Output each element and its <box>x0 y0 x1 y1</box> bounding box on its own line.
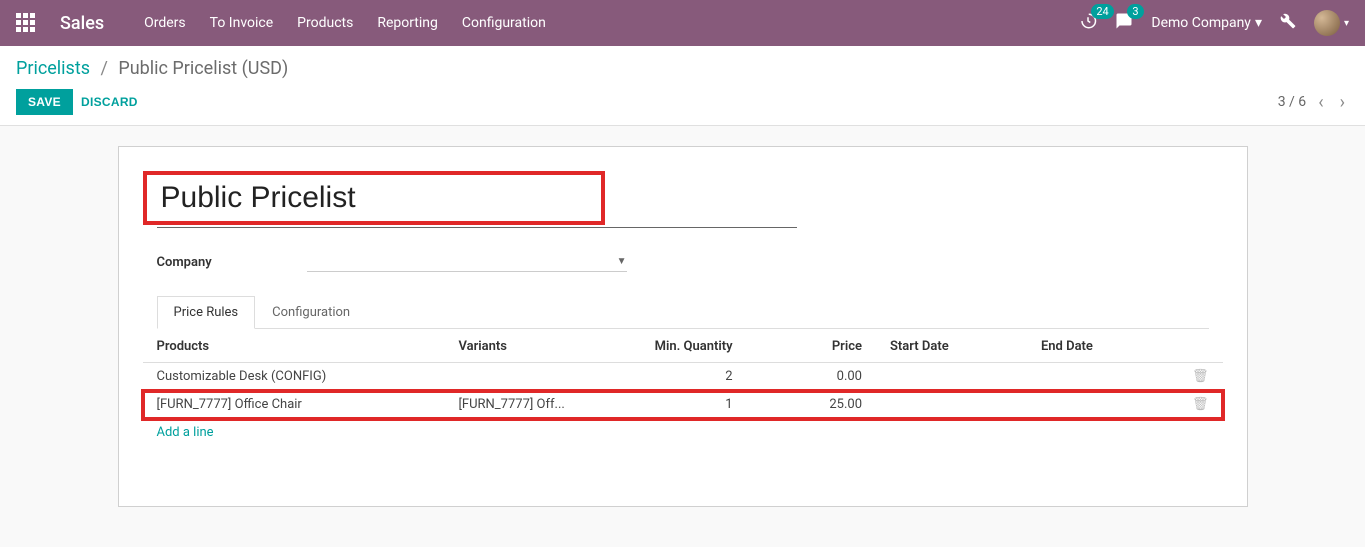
cell-start[interactable] <box>876 363 1027 391</box>
breadcrumb-separator: / <box>101 58 108 79</box>
menu-to-invoice[interactable]: To Invoice <box>210 15 274 31</box>
col-start-date: Start Date <box>876 329 1027 363</box>
cell-variant[interactable]: [FURN_7777] Off... <box>444 391 617 419</box>
price-rules-table: Products Variants Min. Quantity Price St… <box>143 329 1223 446</box>
messages-badge: 3 <box>1127 4 1143 19</box>
menu-products[interactable]: Products <box>297 15 353 31</box>
discard-button[interactable]: DISCARD <box>81 95 138 109</box>
breadcrumb: Pricelists / Public Pricelist (USD) <box>16 58 1349 79</box>
chevron-down-icon: ▾ <box>1344 18 1349 29</box>
trash-icon[interactable]: 🗑 <box>1192 369 1209 384</box>
breadcrumb-current: Public Pricelist (USD) <box>118 58 288 79</box>
tab-price-rules[interactable]: Price Rules <box>157 296 256 329</box>
pager-prev[interactable]: ‹ <box>1314 92 1327 113</box>
cell-variant[interactable] <box>444 363 617 391</box>
col-variants: Variants <box>444 329 617 363</box>
activity-badge: 24 <box>1091 4 1113 19</box>
menu-configuration[interactable]: Configuration <box>462 15 546 31</box>
top-navbar: Sales Orders To Invoice Products Reporti… <box>0 0 1365 46</box>
col-min-qty: Min. Quantity <box>617 329 746 363</box>
add-line-link[interactable]: Add a line <box>157 425 214 440</box>
pager-next[interactable]: › <box>1336 92 1349 113</box>
table-row[interactable]: Customizable Desk (CONFIG) 2 0.00 🗑 <box>143 363 1223 391</box>
activity-icon[interactable]: 24 <box>1079 12 1097 34</box>
chevron-down-icon: ▾ <box>1255 15 1262 31</box>
pager-text[interactable]: 3 / 6 <box>1278 94 1306 110</box>
col-price: Price <box>747 329 876 363</box>
company-field-input[interactable]: ▼ <box>307 252 627 272</box>
table-row[interactable]: [FURN_7777] Office Chair [FURN_7777] Off… <box>143 391 1223 419</box>
cell-qty[interactable]: 1 <box>617 391 746 419</box>
save-button[interactable]: SAVE <box>16 89 73 115</box>
cell-end[interactable] <box>1027 363 1178 391</box>
cell-price[interactable]: 25.00 <box>747 391 876 419</box>
col-products: Products <box>143 329 445 363</box>
messages-icon[interactable]: 3 <box>1115 12 1133 34</box>
cell-qty[interactable]: 2 <box>617 363 746 391</box>
menu-orders[interactable]: Orders <box>144 15 186 31</box>
user-avatar[interactable] <box>1314 10 1340 36</box>
cell-product[interactable]: Customizable Desk (CONFIG) <box>143 363 445 391</box>
breadcrumb-root[interactable]: Pricelists <box>16 58 90 79</box>
app-brand[interactable]: Sales <box>60 13 104 34</box>
company-label: Demo Company <box>1151 15 1251 31</box>
chevron-down-icon: ▼ <box>617 256 627 267</box>
form-sheet: Company ▼ Price Rules Configuration Prod… <box>118 146 1248 507</box>
col-end-date: End Date <box>1027 329 1178 363</box>
apps-icon[interactable] <box>16 13 36 33</box>
tabs: Price Rules Configuration <box>157 296 1209 329</box>
company-selector[interactable]: Demo Company ▾ <box>1151 15 1262 31</box>
pricelist-name-input[interactable] <box>161 181 481 215</box>
control-panel: Pricelists / Public Pricelist (USD) SAVE… <box>0 46 1365 126</box>
menu-reporting[interactable]: Reporting <box>377 15 438 31</box>
title-highlight-box <box>143 171 605 225</box>
cell-end[interactable] <box>1027 391 1178 419</box>
cell-product[interactable]: [FURN_7777] Office Chair <box>143 391 445 419</box>
cell-start[interactable] <box>876 391 1027 419</box>
trash-icon[interactable]: 🗑 <box>1192 397 1209 412</box>
col-delete <box>1178 329 1223 363</box>
company-field-label: Company <box>157 255 307 270</box>
cell-price[interactable]: 0.00 <box>747 363 876 391</box>
debug-icon[interactable] <box>1280 13 1296 33</box>
tab-configuration[interactable]: Configuration <box>255 296 367 328</box>
